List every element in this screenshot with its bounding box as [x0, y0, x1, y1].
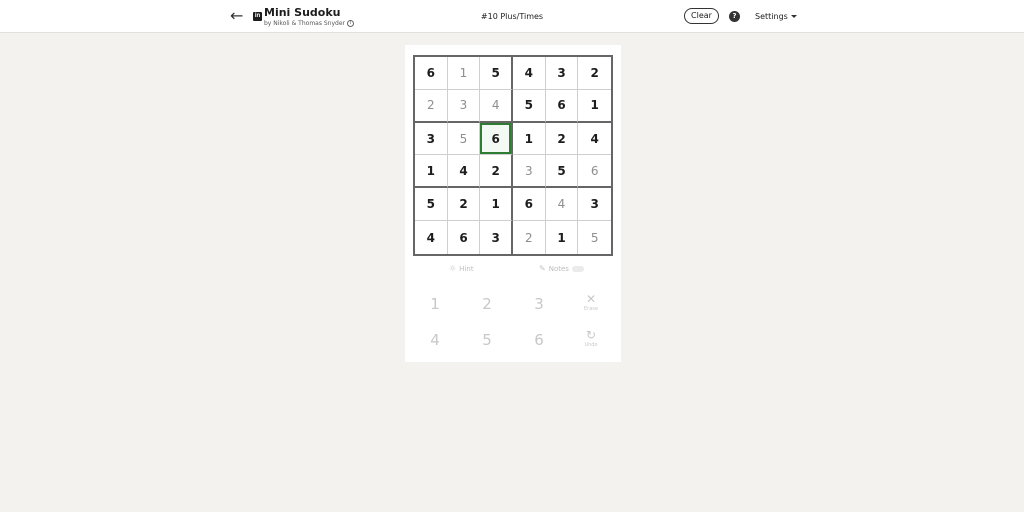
- sudoku-cell[interactable]: 4: [513, 57, 546, 90]
- sudoku-cell[interactable]: 6: [545, 89, 579, 123]
- sudoku-cell[interactable]: 5: [480, 57, 513, 90]
- sudoku-cell[interactable]: 3: [513, 155, 546, 189]
- sudoku-cell[interactable]: 5: [513, 89, 546, 123]
- key-5[interactable]: 5: [467, 325, 507, 355]
- sudoku-cell[interactable]: 1: [480, 188, 513, 222]
- sudoku-cell[interactable]: 1: [578, 90, 611, 123]
- hint-label: Hint: [459, 265, 474, 273]
- sudoku-cell[interactable]: 4: [578, 123, 611, 156]
- sudoku-cell[interactable]: 5: [578, 221, 611, 254]
- undo-icon: ↻: [585, 328, 597, 342]
- erase-button[interactable]: ✕ Erase: [571, 289, 611, 319]
- sudoku-cell[interactable]: 2: [545, 122, 579, 156]
- sudoku-grid: 615432234561356124142356521643463215: [413, 55, 613, 256]
- sudoku-cell[interactable]: 1: [546, 221, 579, 254]
- sudoku-cell[interactable]: 3: [447, 89, 481, 123]
- puzzle-title: #10 Plus/Times: [480, 12, 544, 21]
- sudoku-cell[interactable]: 6: [513, 188, 546, 222]
- sudoku-cell[interactable]: 2: [415, 89, 448, 123]
- key-2[interactable]: 2: [467, 289, 507, 319]
- sudoku-cell[interactable]: 1: [415, 155, 448, 189]
- sudoku-cell-selected[interactable]: 6: [480, 122, 513, 156]
- erase-x-icon: ✕: [585, 292, 597, 306]
- sudoku-cell[interactable]: 1: [447, 57, 481, 90]
- sudoku-cell[interactable]: 5: [415, 188, 448, 222]
- sudoku-cell[interactable]: 3: [545, 57, 579, 90]
- tool-row: ☼ Hint ✎ Notes: [405, 264, 621, 278]
- sudoku-cell[interactable]: 6: [578, 155, 611, 189]
- erase-label: Erase: [584, 306, 598, 312]
- sudoku-cell[interactable]: 3: [578, 188, 611, 222]
- key-1[interactable]: 1: [415, 289, 455, 319]
- top-bar: ← in Mini Sudoku by Nikoli & Thomas Snyd…: [0, 0, 1024, 33]
- notes-button[interactable]: ✎ Notes: [539, 264, 584, 273]
- sudoku-cell[interactable]: 2: [480, 155, 513, 189]
- settings-label: Settings: [755, 12, 788, 21]
- notes-toggle[interactable]: [571, 266, 584, 272]
- sudoku-cell[interactable]: 3: [480, 221, 513, 254]
- sudoku-cell[interactable]: 3: [415, 122, 448, 156]
- key-6[interactable]: 6: [519, 325, 559, 355]
- clear-button[interactable]: Clear: [684, 8, 719, 24]
- sudoku-cell[interactable]: 4: [480, 89, 513, 123]
- notes-label: Notes: [548, 265, 569, 273]
- help-icon[interactable]: ?: [729, 11, 740, 22]
- sudoku-cell[interactable]: 4: [415, 221, 448, 254]
- lightbulb-icon: ☼: [449, 264, 457, 273]
- key-4[interactable]: 4: [415, 325, 455, 355]
- sudoku-cell[interactable]: 2: [578, 57, 611, 90]
- sudoku-cell[interactable]: 2: [513, 221, 546, 254]
- sudoku-cell[interactable]: 6: [415, 57, 448, 90]
- sudoku-cell[interactable]: 4: [545, 188, 579, 222]
- sudoku-cell[interactable]: 4: [447, 155, 481, 189]
- sudoku-cell[interactable]: 1: [513, 122, 546, 156]
- hint-button[interactable]: ☼ Hint: [449, 264, 474, 273]
- undo-label: Undo: [584, 342, 598, 348]
- key-3[interactable]: 3: [519, 289, 559, 319]
- sudoku-cell[interactable]: 5: [447, 122, 481, 156]
- sudoku-cell[interactable]: 5: [545, 155, 579, 189]
- sudoku-cell[interactable]: 6: [448, 221, 481, 254]
- sudoku-cell[interactable]: 2: [447, 188, 481, 222]
- byline: by Nikoli & Thomas Snyder i: [264, 20, 355, 27]
- byline-text: by Nikoli & Thomas Snyder: [264, 20, 346, 27]
- pencil-icon: ✎: [539, 264, 546, 273]
- info-icon[interactable]: i: [347, 20, 355, 27]
- settings-button[interactable]: Settings: [755, 12, 797, 21]
- undo-button[interactable]: ↻ Undo: [571, 325, 611, 355]
- game-panel: 615432234561356124142356521643463215 ☼ Hi…: [405, 45, 621, 362]
- caret-down-icon: [790, 15, 797, 18]
